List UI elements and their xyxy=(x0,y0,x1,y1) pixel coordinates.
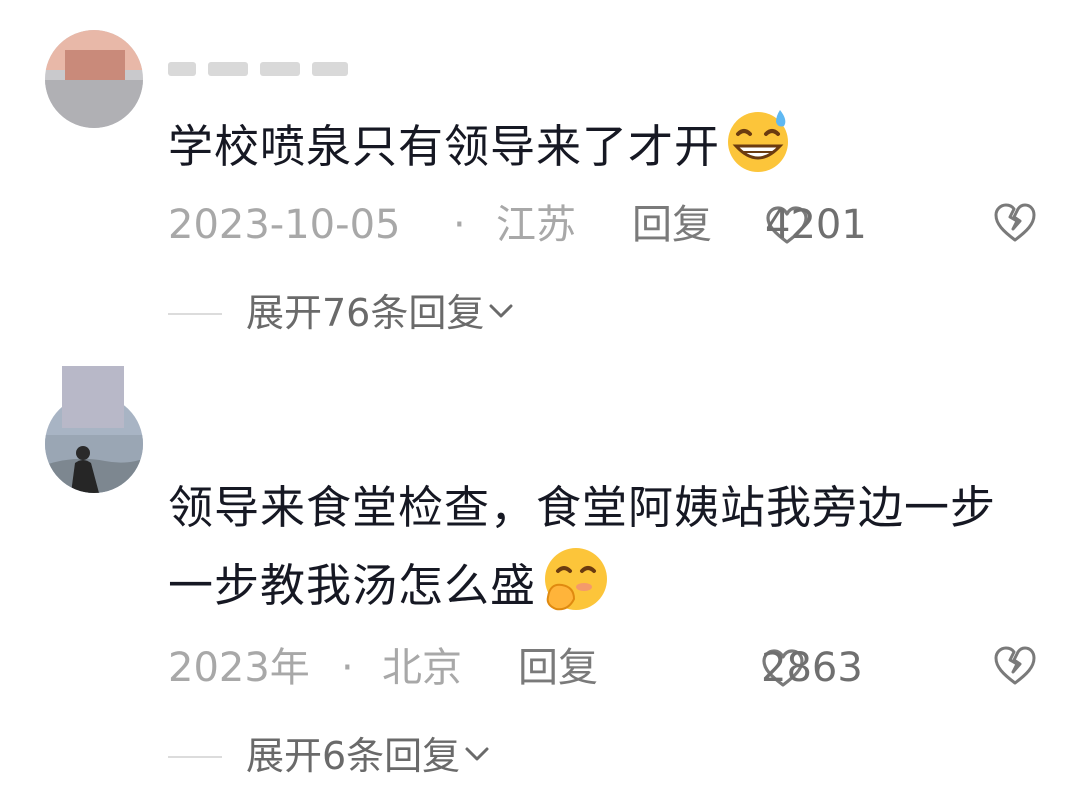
grinning-sweat-emoji-icon xyxy=(722,104,794,176)
meta-separator: · xyxy=(453,202,466,248)
comment-location: 江苏 xyxy=(496,202,576,248)
reply-button[interactable]: 回复 xyxy=(632,195,712,255)
comment-text: 学校喷泉只有领导来了才开 xyxy=(168,104,1020,182)
expand-replies[interactable]: 展开76条回复 xyxy=(168,283,768,343)
expand-replies-label[interactable]: 展开76条回复 xyxy=(246,283,514,343)
broken-heart-icon[interactable] xyxy=(992,642,1038,688)
comment-location: 北京 xyxy=(382,645,462,691)
like-button[interactable]: 2863 xyxy=(761,638,863,698)
comment-meta: 2023年 · 北京 回复 2863 xyxy=(168,638,1038,698)
avatar-top-block xyxy=(62,366,124,428)
avatar[interactable] xyxy=(45,30,143,128)
like-count: 4201 xyxy=(765,202,867,248)
expand-replies-text: 展开6条回复 xyxy=(246,734,461,778)
comment-date: 2023-10-05 xyxy=(168,202,401,248)
divider-line xyxy=(168,313,222,315)
comment-text-content: 学校喷泉只有领导来了才开 xyxy=(168,120,721,173)
comment-date: 2023年 xyxy=(168,645,310,691)
expand-replies-text: 展开76条回复 xyxy=(246,291,485,335)
expand-replies[interactable]: 展开6条回复 xyxy=(168,726,768,786)
hand-over-mouth-emoji-icon xyxy=(538,543,610,615)
username-clipped[interactable] xyxy=(168,54,348,76)
broken-heart-icon[interactable] xyxy=(992,199,1038,245)
expand-replies-label[interactable]: 展开6条回复 xyxy=(246,726,490,786)
comment-text: 领导来食堂检查，食堂阿姨站我旁边一步一步教我汤怎么盛 xyxy=(168,472,1018,621)
meta-separator: · xyxy=(341,645,354,691)
comment-meta: 2023-10-05 · 江苏 回复 4201 xyxy=(168,195,1038,255)
divider-line xyxy=(168,756,222,758)
like-count: 2863 xyxy=(761,645,863,691)
like-button[interactable]: 4201 xyxy=(765,195,867,255)
chevron-down-icon xyxy=(465,747,489,761)
reply-button[interactable]: 回复 xyxy=(518,638,598,698)
chevron-down-icon xyxy=(489,304,513,318)
